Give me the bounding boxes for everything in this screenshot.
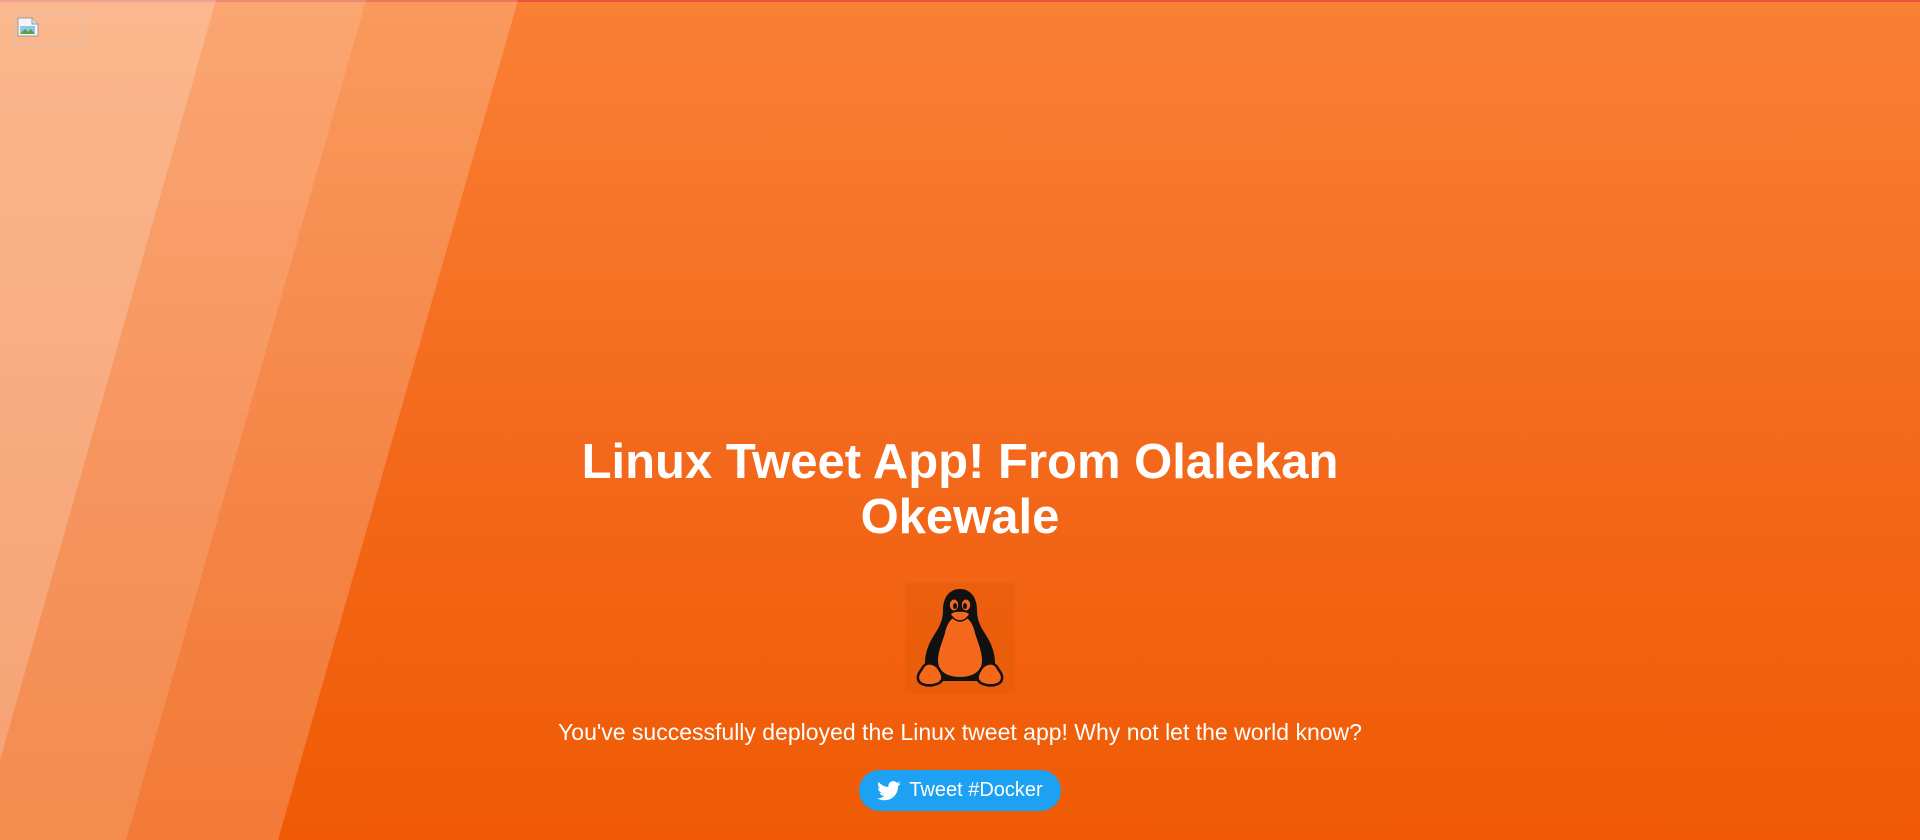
tweet-button[interactable]: Tweet #Docker	[859, 770, 1061, 811]
main-content: Linux Tweet App! From Olalekan Okewale Y…	[0, 435, 1920, 811]
image-placeholder-glyph	[17, 17, 39, 37]
tux-penguin-graphic	[916, 589, 1004, 687]
broken-image-icon[interactable]	[14, 13, 86, 45]
success-message: You've successfully deployed the Linux t…	[558, 719, 1362, 745]
page-title: Linux Tweet App! From Olalekan Okewale	[581, 435, 1339, 544]
page-background: Linux Tweet App! From Olalekan Okewale Y…	[0, 0, 1920, 840]
tux-penguin-icon	[905, 583, 1015, 693]
twitter-bird-icon	[877, 780, 901, 800]
tweet-button-label: Tweet #Docker	[909, 779, 1043, 801]
